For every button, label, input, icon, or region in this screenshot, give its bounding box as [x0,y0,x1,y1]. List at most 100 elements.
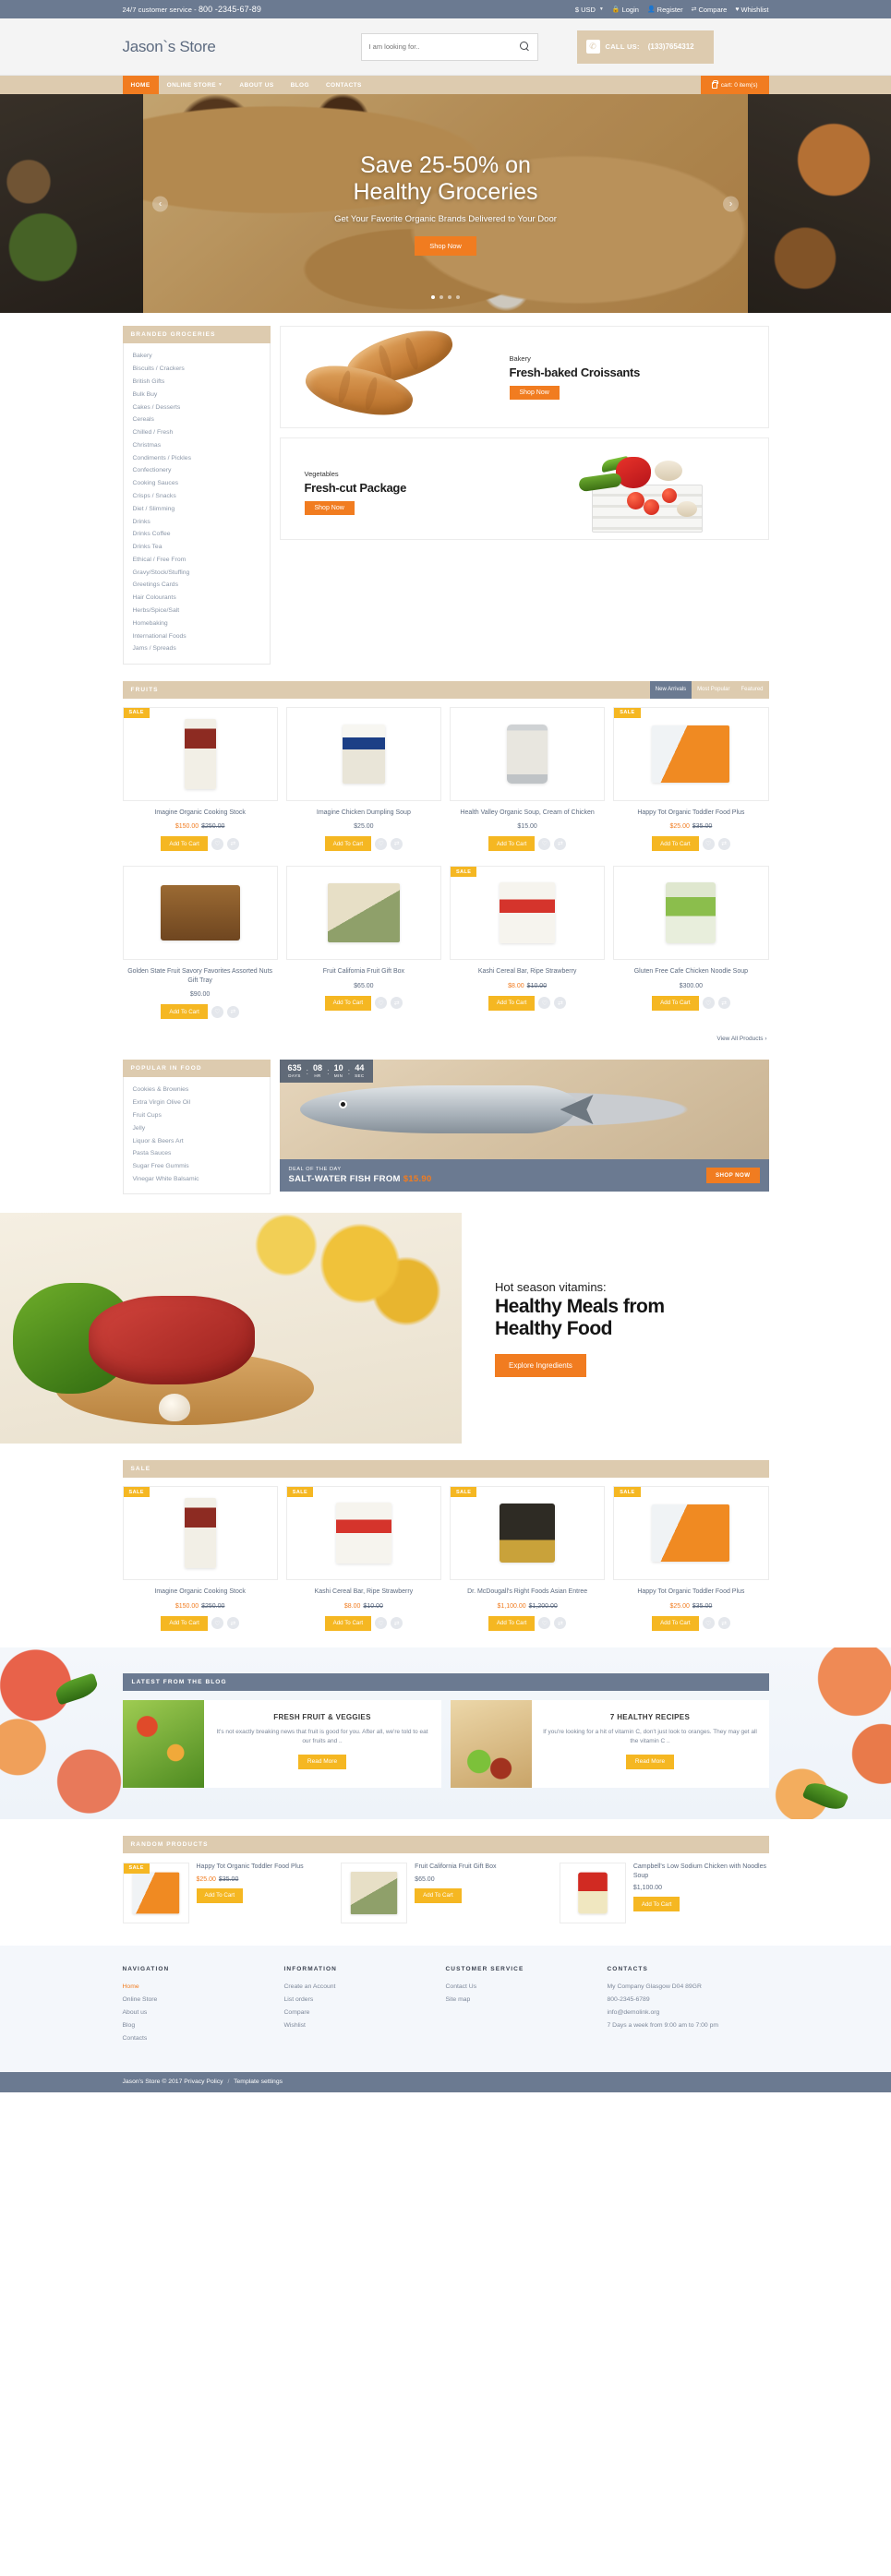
explore-ingredients-button[interactable]: Explore Ingredients [495,1354,586,1378]
footer-link[interactable]: Compare [284,2009,446,2016]
tab-featured[interactable]: Featured [735,681,768,699]
hero-dot-4[interactable] [456,295,460,299]
footer-link[interactable]: Home [123,1983,284,1990]
nav-item-online-store[interactable]: ONLINE STORE ▼ [159,76,232,94]
compare-icon[interactable]: ⇄ [226,1005,239,1018]
category-link-10[interactable]: Cooking Sauces [124,477,270,490]
compare-icon[interactable]: ⇄ [391,1617,403,1630]
random-product-thumbnail[interactable] [559,1862,626,1923]
add-to-cart-button[interactable]: Add To Cart [488,995,536,1011]
product-card[interactable]: SALE Dr. McDougall's Right Foods Asian En… [450,1486,606,1631]
product-name[interactable]: Kashi Cereal Bar, Ripe Strawberry [450,967,605,976]
search-box[interactable] [360,32,538,61]
random-product-item[interactable]: Fruit California Fruit Gift Box $65.00 Add… [341,1862,550,1923]
product-name[interactable]: Fruit California Fruit Gift Box [286,967,441,976]
blog-card[interactable]: FRESH FRUIT & VEGGIES It's not exactly b… [122,1699,441,1788]
product-card[interactable]: Fruit California Fruit Gift Box $65.00 Add… [285,866,441,1019]
compare-icon[interactable]: ⇄ [554,997,567,1010]
product-name[interactable]: Kashi Cereal Bar, Ripe Strawberry [286,1588,441,1596]
product-card[interactable]: Golden State Fruit Savory Favorites Asso… [122,866,278,1020]
product-thumbnail[interactable]: SALE [613,1486,769,1581]
category-link-21[interactable]: Homebaking [124,617,270,629]
footer-link[interactable]: Blog [123,2022,284,2029]
wishlist-icon[interactable]: ♡ [702,837,715,850]
add-to-cart-button[interactable]: Add To Cart [488,1615,536,1631]
category-link-2[interactable]: British Gifts [124,376,270,389]
wishlist-link[interactable]: ♥ Whishlist [735,6,768,14]
popular-link-5[interactable]: Pasta Sauces [124,1147,270,1160]
product-thumbnail[interactable]: SALE [450,866,606,961]
random-product-name[interactable]: Happy Tot Organic Toddler Food Plus [197,1863,332,1872]
blog-card[interactable]: 7 HEALTHY RECIPES If you're looking for … [450,1699,769,1788]
compare-icon[interactable]: ⇄ [717,1617,730,1630]
product-name[interactable]: Dr. McDougall's Right Foods Asian Entree [450,1588,605,1596]
site-logo[interactable]: Jason`s Store [123,38,298,56]
product-card[interactable]: SALE Imagine Organic Cooking Stock $150.00… [122,1486,278,1631]
add-to-cart-button[interactable]: Add To Cart [161,836,208,852]
product-thumbnail[interactable]: SALE [122,706,278,801]
product-card[interactable]: SALE Happy Tot Organic Toddler Food Plus $… [613,706,769,852]
add-to-cart-button[interactable]: Add To Cart [652,995,699,1011]
search-input[interactable] [368,42,520,51]
category-link-13[interactable]: Drinks [124,515,270,528]
footer-link[interactable]: Contact Us [446,1983,608,1990]
blog-read-more-button[interactable]: Read More [625,1754,675,1769]
login-link[interactable]: 🔒 Login [612,6,639,14]
currency-selector[interactable]: $ USD ▼ [575,6,604,14]
hero-shop-now-button[interactable]: Shop Now [415,235,476,256]
register-link[interactable]: 👤 Register [647,6,683,14]
add-to-cart-button[interactable]: Add To Cart [652,1615,699,1631]
add-to-cart-button[interactable]: Add To Cart [652,836,699,852]
search-icon[interactable] [519,42,530,52]
category-link-5[interactable]: Cereals [124,413,270,426]
compare-icon[interactable]: ⇄ [554,1617,567,1630]
blog-read-more-button[interactable]: Read More [297,1754,347,1769]
category-link-18[interactable]: Greetings Cards [124,579,270,592]
product-name[interactable]: Gluten Free Cafe Chicken Noodle Soup [613,967,768,976]
footer-link[interactable]: List orders [284,1996,446,2003]
product-card[interactable]: SALE Kashi Cereal Bar, Ripe Strawberry $8.… [450,866,606,1019]
footer-link[interactable]: About us [123,2009,284,2016]
product-thumbnail[interactable]: SALE [613,706,769,801]
view-all-products[interactable]: View All Products › [123,1019,769,1045]
product-thumbnail[interactable]: SALE [285,1486,441,1581]
popular-link-6[interactable]: Sugar Free Gummis [124,1160,270,1173]
product-card[interactable]: SALE Kashi Cereal Bar, Ripe Strawberry $8.… [285,1486,441,1631]
category-link-4[interactable]: Cakes / Desserts [124,401,270,413]
footer-link[interactable]: Site map [446,1996,608,2003]
category-link-12[interactable]: Diet / Slimming [124,502,270,515]
category-link-8[interactable]: Condiments / Pickles [124,451,270,464]
hero-prev-arrow-icon[interactable]: ‹ [152,196,168,211]
popular-link-1[interactable]: Extra Virgin Olive Oil [124,1096,270,1109]
category-link-23[interactable]: Jams / Spreads [124,642,270,655]
wishlist-icon[interactable]: ♡ [538,997,551,1010]
compare-icon[interactable]: ⇄ [391,837,403,850]
category-link-6[interactable]: Chilled / Fresh [124,426,270,439]
category-link-7[interactable]: Christmas [124,438,270,451]
wishlist-icon[interactable]: ♡ [538,837,551,850]
wishlist-icon[interactable]: ♡ [375,1617,388,1630]
add-to-cart-button[interactable]: Add To Cart [324,836,372,852]
nav-item-home[interactable]: HOME [122,76,159,94]
promo-card-bakery[interactable]: Bakery Fresh-baked Croissants Shop Now [279,326,769,428]
product-name[interactable]: Golden State Fruit Savory Favorites Asso… [123,967,278,985]
footer-link[interactable]: Online Store [123,1996,284,2003]
add-to-cart-button[interactable]: Add To Cart [161,1615,208,1631]
category-link-14[interactable]: Drinks Coffee [124,528,270,541]
product-name[interactable]: Imagine Organic Cooking Stock [123,809,278,817]
category-link-11[interactable]: Crisps / Snacks [124,490,270,503]
random-product-item[interactable]: SALE Happy Tot Organic Toddler Food Plus $… [122,1862,332,1923]
product-card[interactable]: Gluten Free Cafe Chicken Noodle Soup $300… [613,866,769,1019]
privacy-policy-link[interactable]: Privacy Policy [184,2079,223,2085]
product-name[interactable]: Health Valley Organic Soup, Cream of Chi… [450,809,605,817]
compare-icon[interactable]: ⇄ [717,837,730,850]
category-link-22[interactable]: International Foods [124,629,270,642]
wishlist-icon[interactable]: ♡ [702,997,715,1010]
wishlist-icon[interactable]: ♡ [702,1617,715,1630]
popular-link-3[interactable]: Jelly [124,1121,270,1134]
product-name[interactable]: Happy Tot Organic Toddler Food Plus [613,1588,768,1596]
deal-shop-now-button[interactable]: SHOP NOW [706,1168,760,1184]
category-link-3[interactable]: Bulk Buy [124,388,270,401]
wishlist-icon[interactable]: ♡ [375,997,388,1010]
nav-item-contacts[interactable]: CONTACTS [318,76,370,94]
